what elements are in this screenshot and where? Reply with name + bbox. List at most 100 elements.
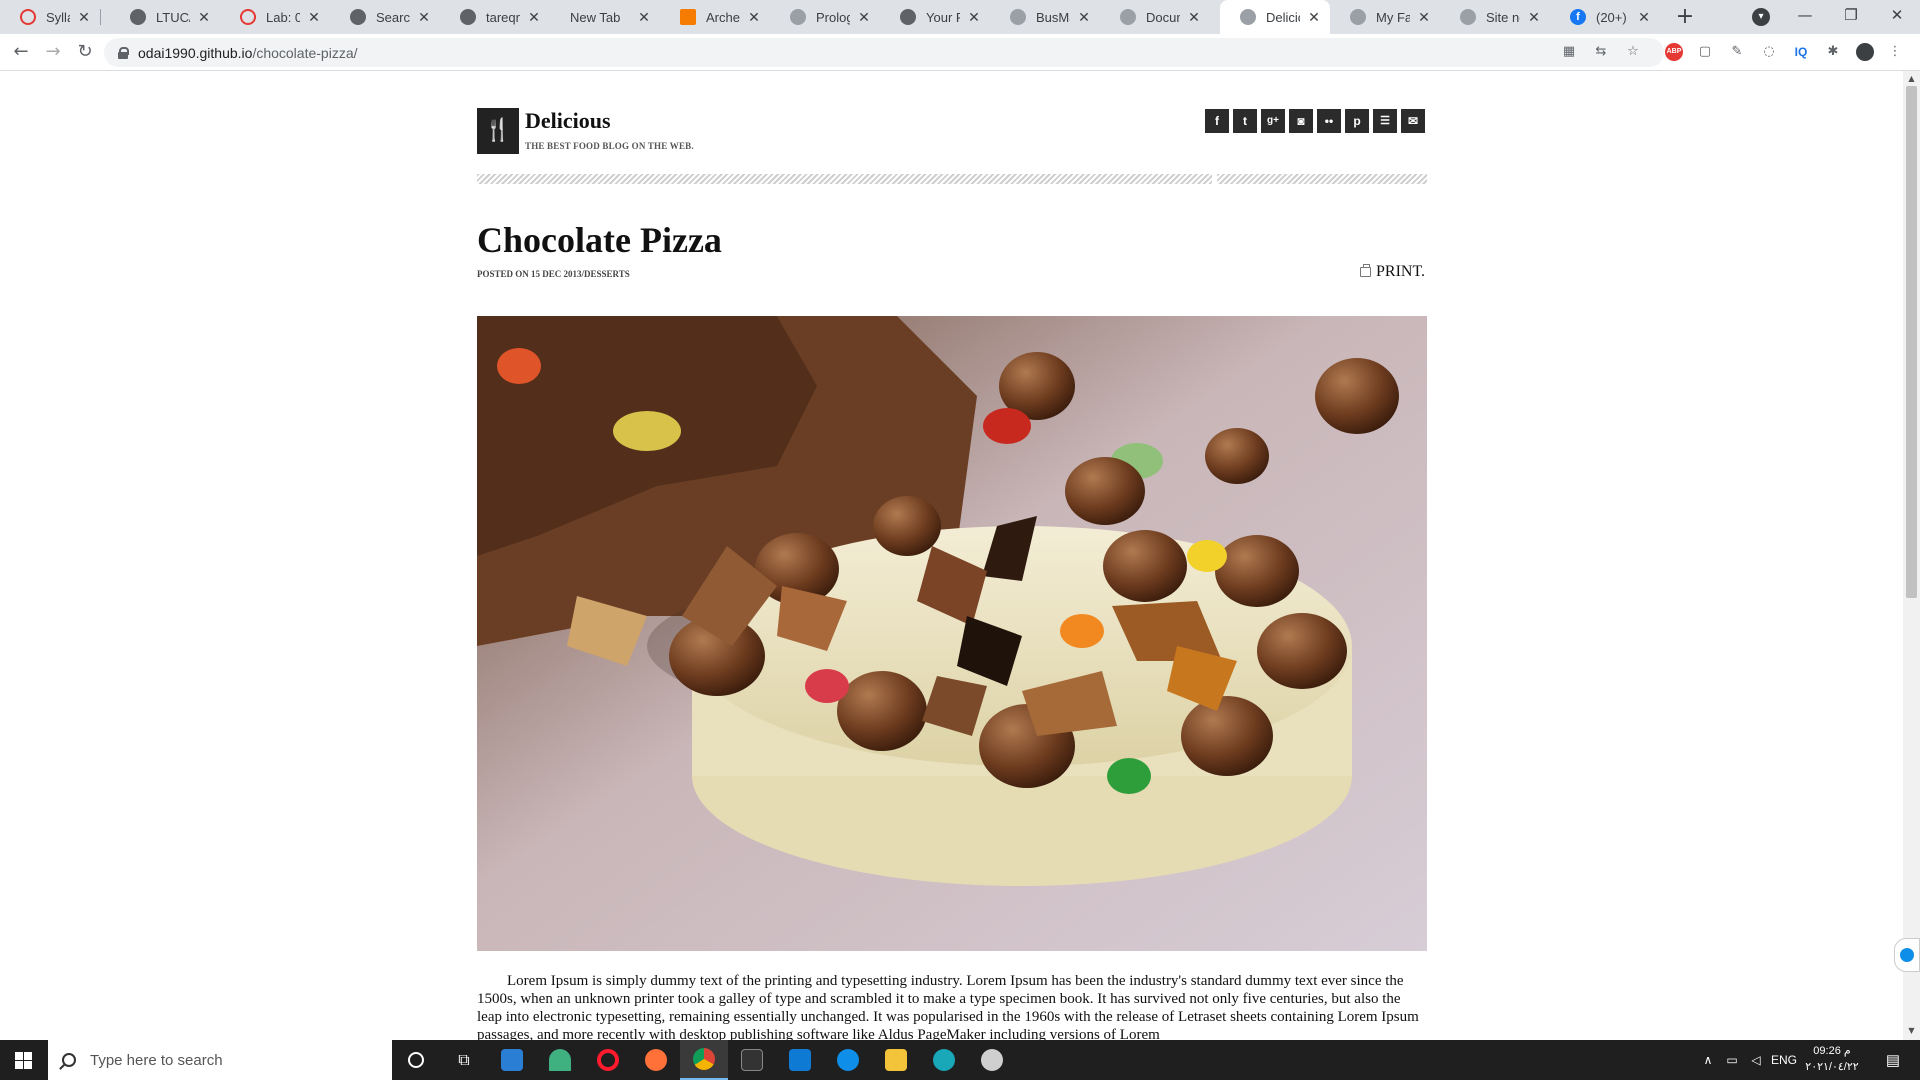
teamviewer-side-icon[interactable] [1894, 938, 1920, 972]
moon-icon[interactable]: ◌ [1760, 43, 1778, 61]
facebook-icon: f [1570, 9, 1586, 25]
rss-icon[interactable]: ☰ [1373, 109, 1397, 133]
close-icon[interactable]: ✕ [966, 9, 982, 26]
language-indicator[interactable]: ENG [1768, 1040, 1800, 1080]
tab-tareqme[interactable]: tareqme ✕ [440, 0, 550, 34]
mail-icon[interactable]: ✉ [1401, 109, 1425, 133]
flickr-icon[interactable]: •• [1317, 109, 1341, 133]
close-icon[interactable]: ✕ [526, 9, 542, 26]
site-title[interactable]: Delicious [525, 108, 611, 134]
tab-search[interactable]: Search · ✕ [330, 0, 440, 34]
minimize-icon[interactable]: — [1782, 0, 1828, 34]
tab-busmall[interactable]: BusMall ✕ [990, 0, 1100, 34]
new-tab-button[interactable]: + [1672, 4, 1698, 30]
back-icon[interactable]: ← [9, 40, 33, 64]
close-icon[interactable]: ✕ [1076, 9, 1092, 26]
address-bar[interactable]: odai1990.github.io/chocolate-pizza/ [104, 38, 1664, 67]
close-icon[interactable]: ✕ [1416, 9, 1432, 26]
tab-label: Deliciou [1266, 9, 1300, 25]
menu-dots-icon[interactable]: ⋮ [1886, 43, 1904, 61]
tab-label: LTUC/am [156, 9, 190, 25]
tab-delicious[interactable]: Deliciou ✕ [1220, 0, 1330, 34]
chrome-icon[interactable] [680, 1040, 728, 1080]
eyedropper-icon[interactable]: ✎ [1728, 43, 1746, 61]
close-icon[interactable]: ✕ [76, 9, 92, 26]
close-icon[interactable]: ✕ [1306, 9, 1322, 26]
profile-avatar[interactable] [1856, 43, 1874, 61]
gitkraken-icon[interactable] [536, 1040, 584, 1080]
star-icon[interactable]: ☆ [1624, 43, 1642, 61]
forward-icon[interactable]: → [41, 40, 65, 64]
volume-icon[interactable]: ◁ [1746, 1040, 1766, 1080]
file-explorer-icon[interactable] [872, 1040, 920, 1080]
extension-blank-icon[interactable]: ▢ [1696, 43, 1714, 61]
cortana-icon[interactable] [392, 1040, 440, 1080]
twitter-icon[interactable]: t [1233, 109, 1257, 133]
scroll-down-icon[interactable]: ▼ [1906, 1026, 1917, 1036]
tab-facebook[interactable]: f (20+) O ✕ [1550, 0, 1660, 34]
tab-ltuc[interactable]: LTUC/am ✕ [110, 0, 220, 34]
puzzle-icon[interactable]: ✱ [1824, 43, 1842, 61]
close-icon[interactable]: ✕ [416, 9, 432, 26]
tab-label: Docume [1146, 9, 1180, 25]
start-button[interactable] [0, 1040, 48, 1080]
tab-archer[interactable]: Archer M ✕ [660, 0, 770, 34]
instagram-icon[interactable]: ◙ [1289, 109, 1313, 133]
scroll-up-icon[interactable]: ▲ [1906, 74, 1917, 84]
task-view-icon[interactable]: ⧉ [440, 1040, 488, 1080]
clock[interactable]: 09:26 م ٢٠٢١/٠٤/٢٢ [1800, 1043, 1864, 1075]
clock-time: 09:26 م [1813, 1045, 1851, 1057]
restore-icon[interactable]: ❐ [1828, 0, 1874, 34]
google-plus-icon[interactable]: g+ [1261, 109, 1285, 133]
vscode-icon[interactable] [776, 1040, 824, 1080]
iq-extension-icon[interactable]: IQ [1792, 43, 1810, 61]
close-icon[interactable]: ✕ [1636, 9, 1652, 26]
close-icon[interactable]: ✕ [856, 9, 872, 26]
globe-icon [1350, 9, 1366, 25]
close-icon[interactable]: ✕ [196, 9, 212, 26]
close-icon[interactable]: ✕ [636, 9, 652, 26]
print-link[interactable]: PRINT. [1360, 263, 1425, 281]
tab-syllabus[interactable]: Syllabus ✕ [0, 0, 100, 34]
site-tagline: THE BEST FOOD BLOG ON THE WEB. [525, 141, 694, 151]
tab-strip: Syllabus ✕ LTUC/am ✕ Lab: 05 ✕ Search · … [0, 0, 1920, 34]
notifications-icon[interactable]: ▤ [1878, 1040, 1908, 1080]
network-icon[interactable]: ▭ [1722, 1040, 1742, 1080]
tab-search-icon[interactable]: ▾ [1752, 8, 1770, 26]
reload-icon[interactable]: ↻ [73, 40, 97, 64]
close-icon[interactable]: ✕ [746, 9, 762, 26]
terminal-icon[interactable] [728, 1040, 776, 1080]
teamviewer-icon[interactable] [824, 1040, 872, 1080]
close-icon[interactable]: ✕ [1526, 9, 1542, 26]
opera-icon[interactable] [584, 1040, 632, 1080]
tab-site-not[interactable]: Site not ✕ [1440, 0, 1550, 34]
tray-chevron-icon[interactable]: ∧ [1700, 1040, 1716, 1080]
edge-icon[interactable] [920, 1040, 968, 1080]
facebook-icon[interactable]: f [1205, 109, 1229, 133]
firefox-icon[interactable] [632, 1040, 680, 1080]
tab-prologue[interactable]: Prologue ✕ [770, 0, 880, 34]
close-icon[interactable]: ✕ [306, 9, 322, 26]
scrollbar-thumb[interactable] [1906, 86, 1917, 598]
pinterest-icon[interactable]: p [1345, 109, 1369, 133]
tab-document[interactable]: Docume ✕ [1100, 0, 1210, 34]
tab-lab05[interactable]: Lab: 05 ✕ [220, 0, 330, 34]
paint-icon[interactable] [968, 1040, 1016, 1080]
close-window-icon[interactable]: ✕ [1874, 0, 1920, 34]
close-icon[interactable]: ✕ [1186, 9, 1202, 26]
tab-your-pro[interactable]: Your Pro ✕ [880, 0, 990, 34]
tab-label: Search · [376, 9, 410, 25]
adblock-icon[interactable]: ABP [1665, 43, 1683, 61]
translate-icon[interactable]: ⇆ [1592, 43, 1610, 61]
tab-label: (20+) O [1596, 9, 1630, 25]
taskbar-search[interactable]: Type here to search [48, 1040, 392, 1080]
print-label: PRINT. [1376, 263, 1426, 280]
tab-new-tab[interactable]: New Tab ✕ [550, 0, 660, 34]
fork-knife-logo-icon[interactable]: 🍴 [477, 108, 519, 154]
lock-icon[interactable] [118, 46, 129, 59]
file-share-icon[interactable] [488, 1040, 536, 1080]
github-icon [350, 9, 366, 25]
qr-icon[interactable]: ▦ [1560, 43, 1578, 61]
search-icon [62, 1053, 76, 1067]
tab-my-fabu[interactable]: My Fabu ✕ [1330, 0, 1440, 34]
